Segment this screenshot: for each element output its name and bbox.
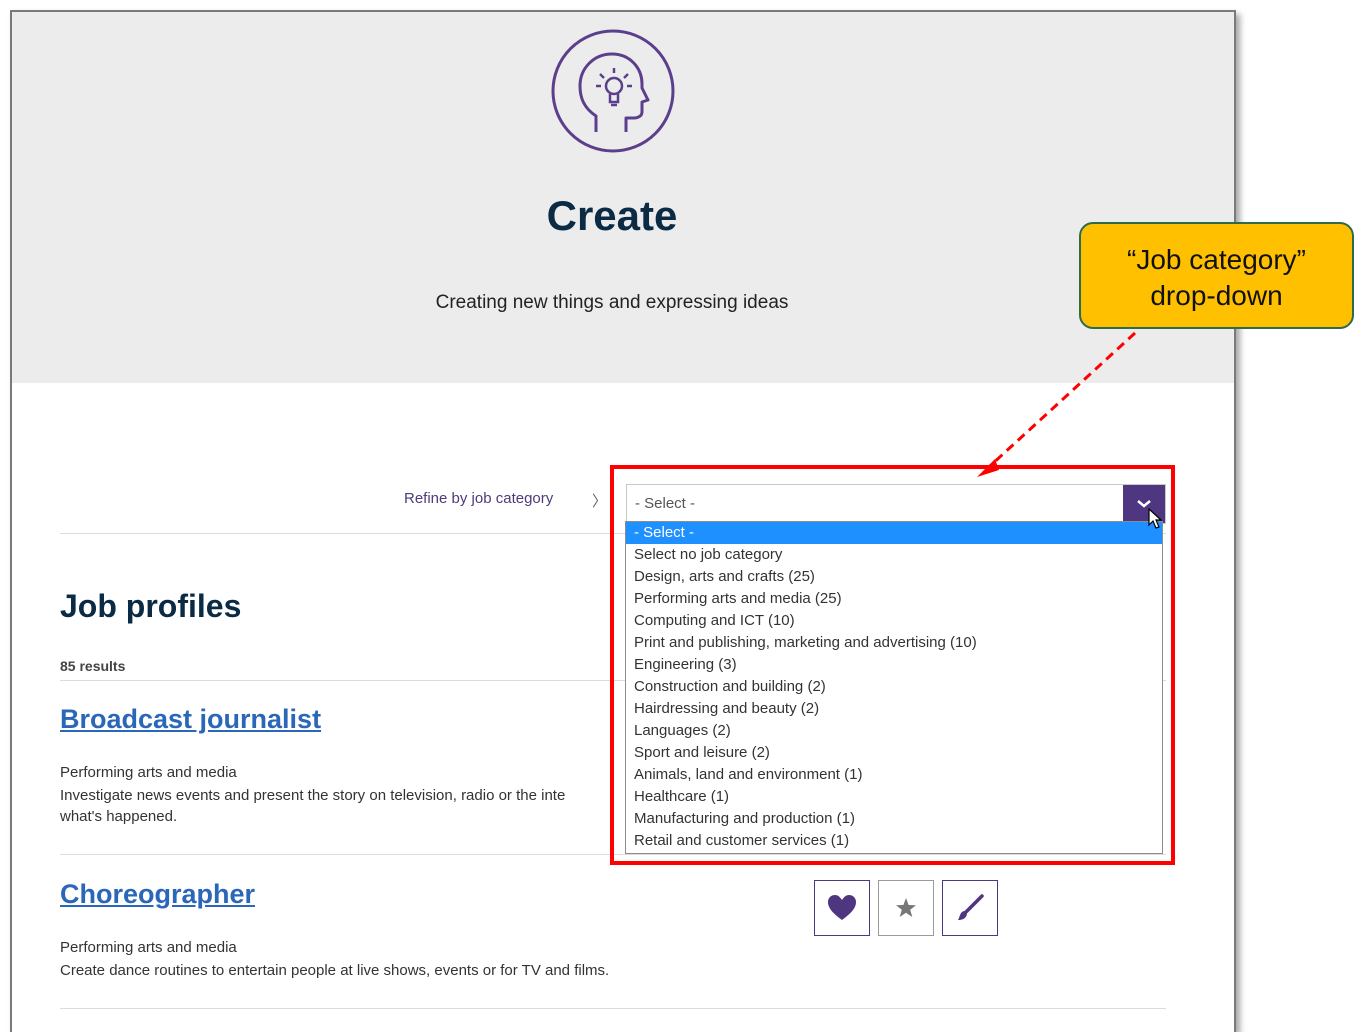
head-lightbulb-icon: [551, 29, 675, 153]
callout-line: “Job category”: [1127, 244, 1306, 275]
star-icon: [896, 898, 916, 917]
heart-icon: [828, 895, 856, 920]
job-description-line: Investigate news events and present the …: [60, 787, 566, 804]
chevron-right-icon: 〉: [592, 493, 608, 510]
job-description: Investigate news events and present the …: [60, 785, 660, 827]
heart-button[interactable]: [814, 880, 870, 936]
refine-label: Refine by job category: [404, 490, 554, 507]
job-category: Performing arts and media: [60, 939, 237, 956]
callout-line: drop-down: [1150, 280, 1283, 311]
page-subtitle: Creating new things and expressing ideas: [435, 292, 789, 313]
divider: [60, 1008, 1166, 1009]
highlight-box: [610, 465, 1175, 865]
page-title: Create: [546, 192, 678, 239]
hero-banner: Create Creating new things and expressin…: [12, 12, 1234, 383]
job-description-line: what's happened.: [60, 808, 178, 825]
job-description: Create dance routines to entertain peopl…: [60, 962, 610, 979]
mouse-cursor-icon: [1148, 508, 1163, 529]
job-link-choreographer[interactable]: Choreographer: [60, 879, 255, 910]
paintbrush-icon: [958, 894, 984, 920]
section-heading: Job profiles: [60, 588, 242, 624]
job-link-broadcast-journalist[interactable]: Broadcast journalist: [60, 704, 321, 735]
job-category: Performing arts and media: [60, 764, 237, 781]
star-button[interactable]: [878, 880, 934, 936]
results-count: 85 results: [60, 658, 126, 674]
paintbrush-button[interactable]: [942, 880, 998, 936]
annotation-callout: “Job category” drop-down: [1079, 222, 1354, 329]
